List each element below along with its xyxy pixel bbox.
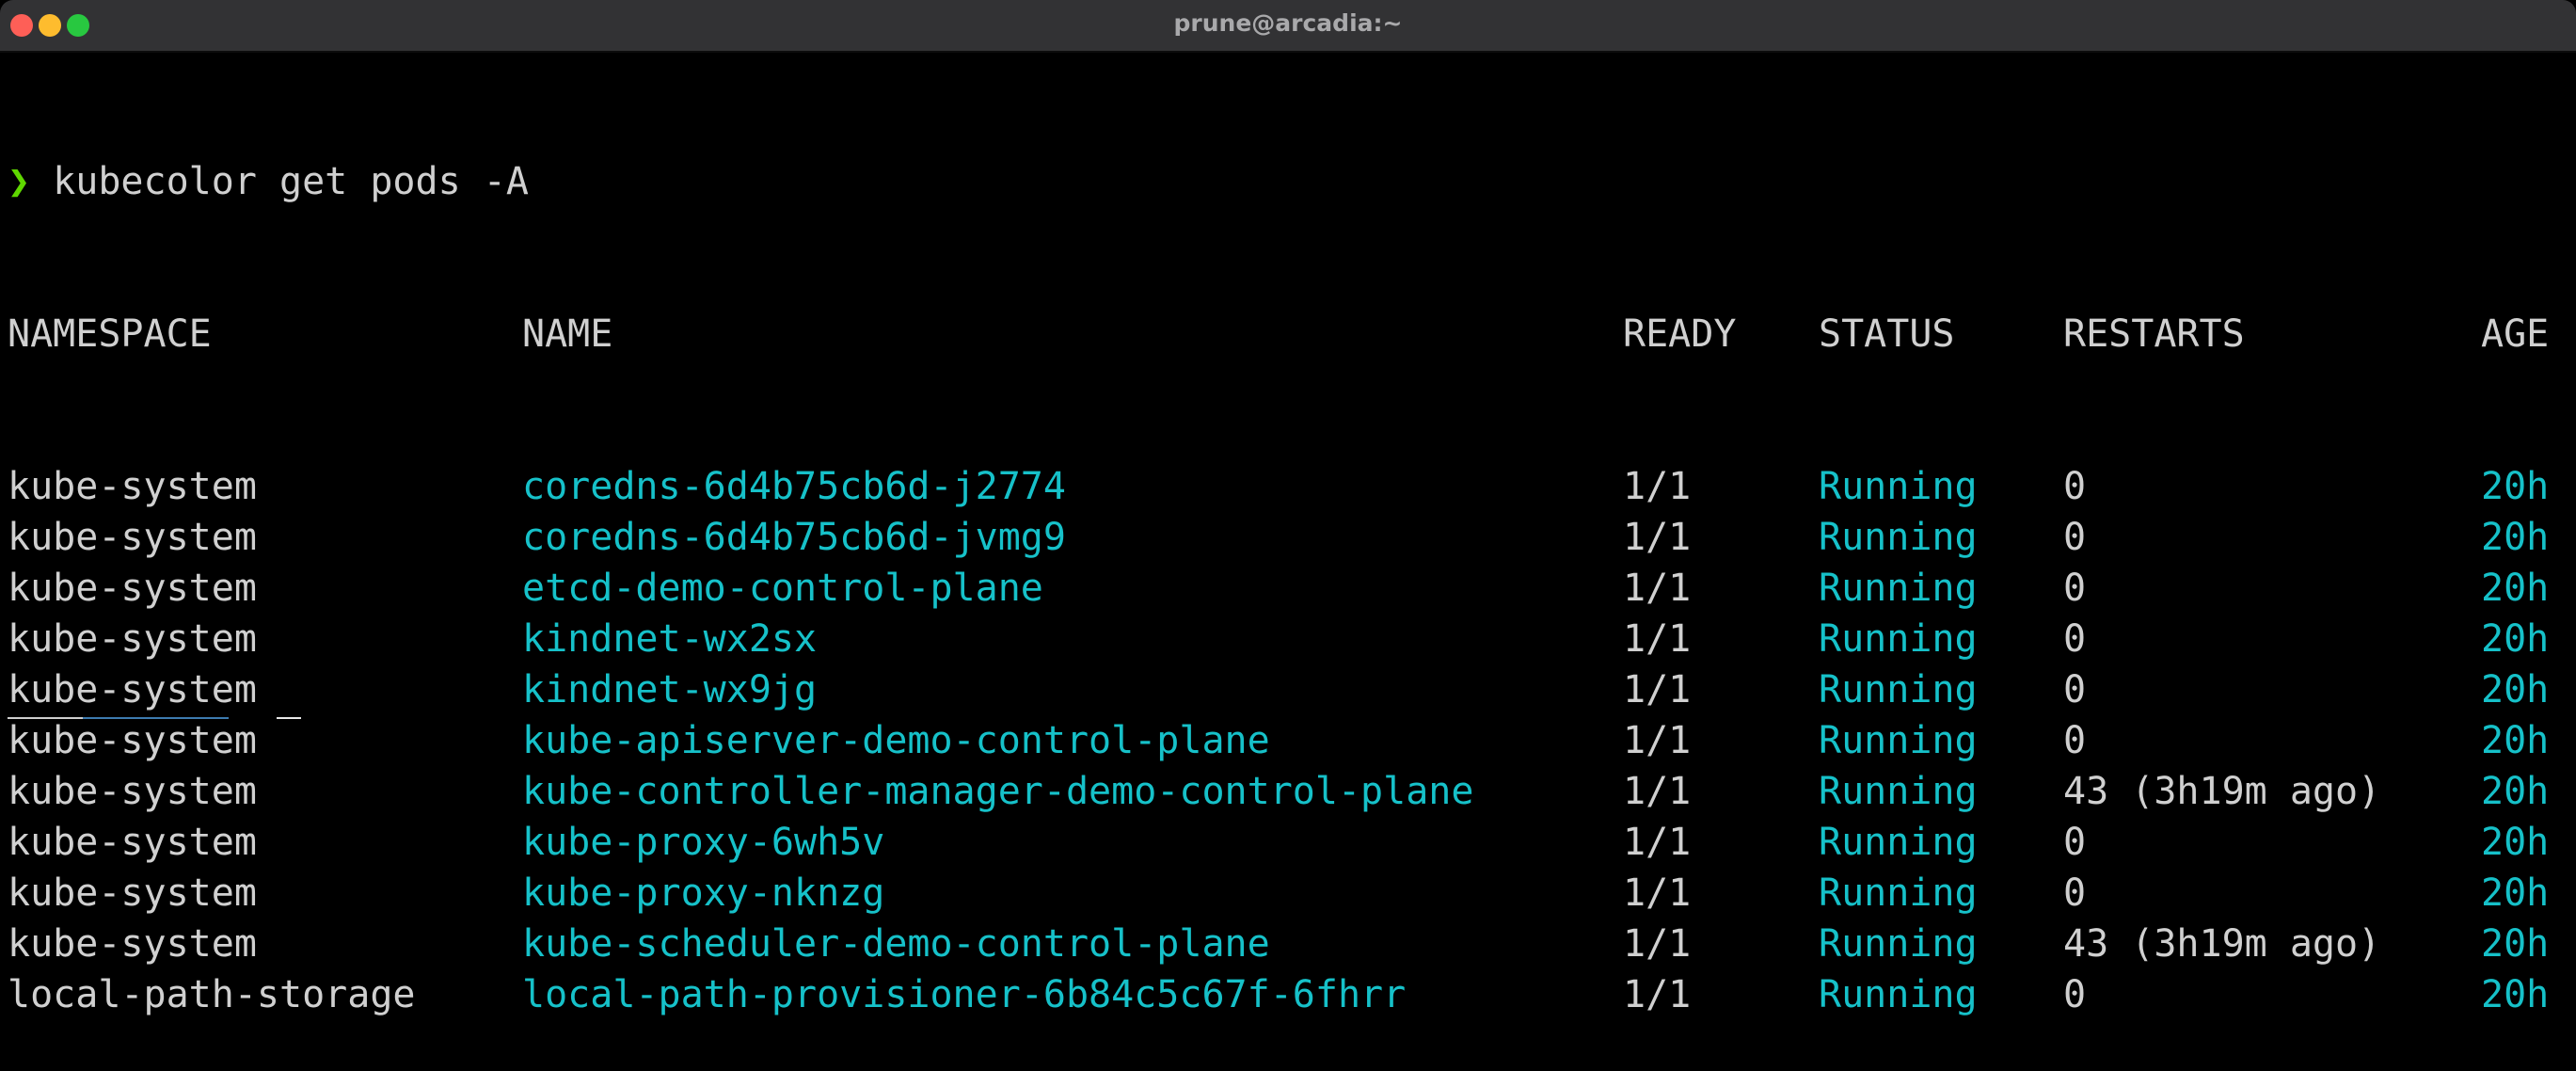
pod-row: kube-system coredns-6d4b75cb6d-jvmg9 1/1 Ru… [8, 512, 2549, 563]
terminal-output[interactable]: ❯ kubecolor get pods -A NAMESPACE NAME R… [8, 55, 2549, 1071]
pod-restarts: 0 [2063, 516, 2087, 559]
window-titlebar: prune@arcadia:~ [0, 0, 2576, 53]
pod-status: Running [1819, 922, 1978, 966]
pod-age: 20h [2481, 821, 2550, 864]
pod-row: kube-system kube-controller-manager-demo-… [8, 766, 2549, 817]
pod-age: 20h [2481, 973, 2550, 1016]
pod-namespace: kube-system [8, 871, 257, 915]
header-age: AGE [2481, 312, 2550, 356]
pod-age: 20h [2481, 617, 2550, 661]
pod-row: kube-system kindnet-wx2sx 1/1 Running 0 20h [8, 614, 2549, 664]
pod-namespace: kube-system [8, 719, 257, 762]
pod-status: Running [1819, 973, 1978, 1016]
header-namespace: NAMESPACE [8, 312, 212, 356]
pod-name: kube-proxy-6wh5v [522, 821, 885, 864]
pod-restarts: 0 [2063, 973, 2087, 1016]
pod-ready: 1/1 [1623, 668, 1692, 711]
pod-namespace: kube-system [8, 516, 257, 559]
pod-age: 20h [2481, 668, 2550, 711]
pod-namespace: kube-system [8, 922, 257, 966]
pod-row: kube-system etcd-demo-control-plane 1/1 Run… [8, 563, 2549, 614]
pod-ready: 1/1 [1623, 516, 1692, 559]
pod-ready: 1/1 [1623, 922, 1692, 966]
pod-row: kube-system kube-apiserver-demo-control-p… [8, 715, 2549, 766]
pod-name: etcd-demo-control-plane [522, 567, 1043, 610]
table-header-row: NAMESPACE NAME READY STATUS RESTARTS AGE [8, 309, 2549, 360]
pod-status: Running [1819, 516, 1978, 559]
pod-status: Running [1819, 465, 1978, 508]
pod-restarts: 0 [2063, 465, 2087, 508]
pod-status: Running [1819, 668, 1978, 711]
pod-ready: 1/1 [1623, 567, 1692, 610]
pod-ready: 1/1 [1623, 617, 1692, 661]
pod-ready: 1/1 [1623, 973, 1692, 1016]
pod-restarts: 0 [2063, 871, 2087, 915]
pod-status: Running [1819, 719, 1978, 762]
pod-ready: 1/1 [1623, 821, 1692, 864]
header-status: STATUS [1819, 312, 1955, 356]
pod-status: Running [1819, 617, 1978, 661]
pod-ready: 1/1 [1623, 770, 1692, 813]
pod-age: 20h [2481, 719, 2550, 762]
command-line: ❯ kubecolor get pods -A [8, 156, 529, 207]
pod-namespace: kube-system [8, 567, 257, 610]
pod-restarts: 43 (3h19m ago) [2063, 922, 2381, 966]
pod-age: 20h [2481, 516, 2550, 559]
pod-name: kube-apiserver-demo-control-plane [522, 719, 1270, 762]
pod-name: kube-proxy-nknzg [522, 871, 885, 915]
pod-name: coredns-6d4b75cb6d-j2774 [522, 465, 1066, 508]
pod-restarts: 0 [2063, 668, 2087, 711]
pod-restarts: 0 [2063, 719, 2087, 762]
pod-age: 20h [2481, 567, 2550, 610]
pod-status: Running [1819, 871, 1978, 915]
pod-ready: 1/1 [1623, 719, 1692, 762]
pod-status: Running [1819, 770, 1978, 813]
pod-restarts: 0 [2063, 821, 2087, 864]
pod-row: local-path-storage local-path-provisioner… [8, 969, 2549, 1020]
header-restarts: RESTARTS [2063, 312, 2245, 356]
pod-ready: 1/1 [1623, 871, 1692, 915]
pod-name: kube-controller-manager-demo-control-pla… [522, 770, 1474, 813]
pod-name: kindnet-wx2sx [522, 617, 818, 661]
pod-restarts: 43 (3h19m ago) [2063, 770, 2381, 813]
pod-restarts: 0 [2063, 567, 2087, 610]
pod-namespace: kube-system [8, 770, 257, 813]
pod-age: 20h [2481, 465, 2550, 508]
pod-age: 20h [2481, 770, 2550, 813]
pod-namespace: kube-system [8, 465, 257, 508]
prompt-chevron-icon: ❯ [8, 160, 31, 203]
pod-namespace: kube-system [8, 821, 257, 864]
pod-row: kube-system kube-proxy-6wh5v 1/1 Running 0 20… [8, 817, 2549, 868]
pod-name: local-path-provisioner-6b84c5c67f-6fhrr [522, 973, 1407, 1016]
pod-status: Running [1819, 821, 1978, 864]
command-text: kubecolor get pods -A [53, 160, 529, 203]
pod-namespace: local-path-storage [8, 973, 416, 1016]
pod-ready: 1/1 [1623, 465, 1692, 508]
pod-name: kube-scheduler-demo-control-plane [522, 922, 1270, 966]
pod-name: coredns-6d4b75cb6d-jvmg9 [522, 516, 1066, 559]
header-ready: READY [1623, 312, 1737, 356]
pod-row: kube-system coredns-6d4b75cb6d-j2774 1/1 Ru… [8, 461, 2549, 512]
pod-row: kube-system kube-scheduler-demo-control-p… [8, 919, 2549, 969]
pod-row: kube-system kube-proxy-nknzg 1/1 Running 0 20… [8, 868, 2549, 919]
pod-name: kindnet-wx9jg [522, 668, 818, 711]
pod-namespace: kube-system [8, 668, 257, 711]
pod-status: Running [1819, 567, 1978, 610]
pod-namespace: kube-system [8, 617, 257, 661]
pod-age: 20h [2481, 922, 2550, 966]
window-title: prune@arcadia:~ [1173, 9, 1403, 37]
pod-restarts: 0 [2063, 617, 2087, 661]
pod-age: 20h [2481, 871, 2550, 915]
pod-row: kube-system kindnet-wx9jg 1/1 Running 0 20h [8, 664, 2549, 715]
header-name: NAME [522, 312, 613, 356]
